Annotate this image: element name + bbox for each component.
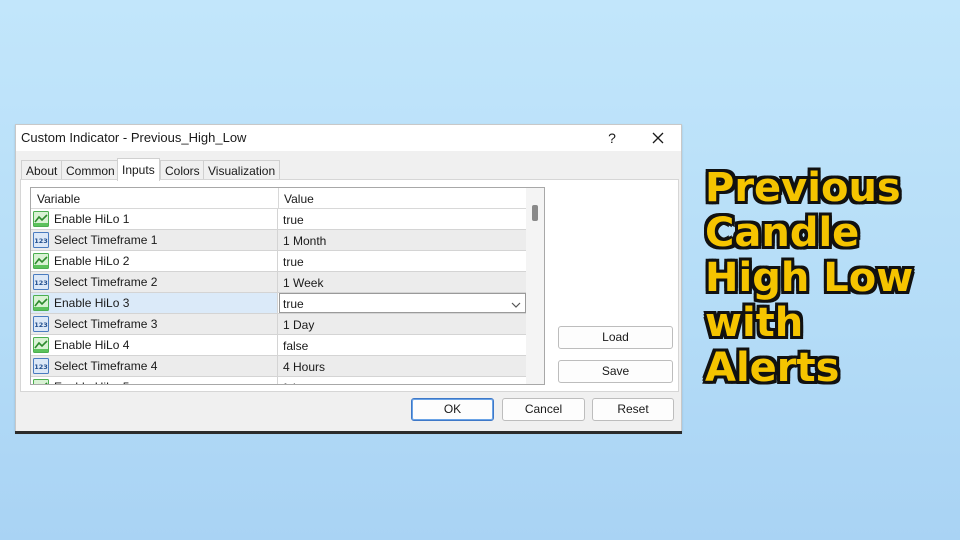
value-text: true bbox=[283, 255, 304, 269]
variable-cell[interactable]: Enable HiLo 4 bbox=[31, 335, 278, 355]
promo-line: Previous bbox=[705, 165, 901, 211]
variable-name: Select Timeframe 4 bbox=[54, 359, 158, 373]
table-row[interactable]: 123 Select Timeframe 1 1 Month bbox=[31, 230, 526, 251]
svg-text:123: 123 bbox=[34, 363, 48, 371]
table-row[interactable]: Enable HiLo 2 true bbox=[31, 251, 526, 272]
table-row[interactable]: Enable HiLo 5 false bbox=[31, 377, 526, 384]
title-bar: Custom Indicator - Previous_High_Low ? bbox=[16, 125, 681, 151]
value-text: false bbox=[283, 339, 309, 353]
custom-indicator-dialog: Custom Indicator - Previous_High_Low ? A… bbox=[15, 124, 682, 434]
tab-inputs[interactable]: Inputs bbox=[117, 158, 160, 181]
ok-button[interactable]: OK bbox=[411, 398, 494, 421]
bool-icon bbox=[33, 337, 49, 353]
variable-cell[interactable]: Enable HiLo 2 bbox=[31, 251, 278, 271]
value-cell[interactable]: 4 Hours bbox=[279, 356, 526, 376]
vertical-scrollbar[interactable] bbox=[526, 188, 544, 384]
variable-name: Select Timeframe 2 bbox=[54, 275, 158, 289]
value-text: true bbox=[283, 213, 304, 227]
value-text: false bbox=[283, 381, 308, 384]
inputs-panel: Variable Value Enable HiLo 1 true 123 Selec… bbox=[20, 179, 679, 392]
cancel-button[interactable]: Cancel bbox=[502, 398, 585, 421]
column-header-value[interactable]: Value bbox=[284, 192, 314, 206]
table-row[interactable]: 123 Select Timeframe 4 4 Hours bbox=[31, 356, 526, 377]
bool-icon bbox=[33, 211, 49, 227]
variable-name: Select Timeframe 3 bbox=[54, 317, 158, 331]
table-row[interactable]: Enable HiLo 1 true bbox=[31, 209, 526, 230]
bool-icon bbox=[33, 253, 49, 269]
window-title: Custom Indicator - Previous_High_Low bbox=[21, 130, 247, 145]
value-text: 1 Day bbox=[283, 318, 315, 332]
value-text: true bbox=[283, 297, 304, 311]
tab-colors[interactable]: Colors bbox=[160, 160, 205, 180]
column-divider[interactable] bbox=[278, 188, 279, 209]
tab-common[interactable]: Common bbox=[61, 160, 120, 180]
value-cell[interactable]: 1 Month bbox=[279, 230, 526, 250]
variable-cell[interactable]: 123 Select Timeframe 3 bbox=[31, 314, 278, 334]
close-icon bbox=[652, 132, 664, 144]
promo-line: Candle bbox=[705, 210, 860, 256]
value-cell[interactable]: false bbox=[279, 335, 526, 355]
promo-line: with bbox=[705, 300, 804, 346]
variable-cell[interactable]: 123 Select Timeframe 4 bbox=[31, 356, 278, 376]
number-icon: 123 bbox=[33, 232, 49, 248]
help-button[interactable]: ? bbox=[602, 127, 622, 149]
variable-name: Enable HiLo 3 bbox=[54, 296, 130, 310]
promo-line: High Low bbox=[705, 255, 914, 301]
variable-name: Select Timeframe 1 bbox=[54, 233, 158, 247]
variable-name: Enable HiLo 4 bbox=[54, 338, 130, 352]
value-text: 1 Week bbox=[283, 276, 324, 290]
variable-name: Enable HiLo 1 bbox=[54, 212, 130, 226]
promo-line: Alerts bbox=[705, 345, 840, 391]
bool-icon bbox=[33, 295, 49, 311]
value-cell[interactable]: true bbox=[279, 209, 526, 229]
svg-text:123: 123 bbox=[34, 279, 48, 287]
variable-cell[interactable]: Enable HiLo 1 bbox=[31, 209, 278, 229]
variable-name: Enable HiLo 5 bbox=[54, 380, 129, 384]
inputs-grid: Variable Value Enable HiLo 1 true 123 Selec… bbox=[30, 187, 545, 385]
table-row[interactable]: 123 Select Timeframe 2 1 Week bbox=[31, 272, 526, 293]
variable-name: Enable HiLo 2 bbox=[54, 254, 130, 268]
column-header-variable[interactable]: Variable bbox=[37, 192, 80, 206]
value-cell[interactable]: 1 Day bbox=[279, 314, 526, 334]
number-icon: 123 bbox=[33, 316, 49, 332]
svg-text:123: 123 bbox=[34, 321, 48, 329]
table-row[interactable]: Enable HiLo 4 false bbox=[31, 335, 526, 356]
svg-text:123: 123 bbox=[34, 237, 48, 245]
table-row[interactable]: Enable HiLo 3 true bbox=[31, 293, 526, 314]
number-icon: 123 bbox=[33, 274, 49, 290]
value-cell[interactable]: true bbox=[279, 251, 526, 271]
value-text: 4 Hours bbox=[283, 360, 326, 374]
table-row[interactable]: 123 Select Timeframe 3 1 Day bbox=[31, 314, 526, 335]
save-button[interactable]: Save bbox=[558, 360, 673, 383]
tab-about[interactable]: About bbox=[21, 160, 63, 180]
reset-button[interactable]: Reset bbox=[592, 398, 674, 421]
variable-cell[interactable]: Enable HiLo 3 bbox=[31, 293, 278, 313]
variable-cell[interactable]: 123 Select Timeframe 1 bbox=[31, 230, 278, 250]
variable-cell[interactable]: Enable HiLo 5 bbox=[31, 377, 278, 384]
value-dropdown[interactable]: true bbox=[279, 293, 526, 313]
close-button[interactable] bbox=[646, 127, 670, 149]
value-cell[interactable]: false bbox=[279, 377, 526, 384]
bool-icon bbox=[33, 379, 49, 384]
scrollbar-thumb[interactable] bbox=[532, 205, 538, 221]
tab-visualization[interactable]: Visualization bbox=[203, 160, 281, 180]
load-button[interactable]: Load bbox=[558, 326, 673, 349]
grid-header: Variable Value bbox=[31, 188, 526, 209]
value-text: 1 Month bbox=[283, 234, 327, 248]
promo-headline: Previous Candle High Low with Alerts bbox=[705, 166, 955, 391]
value-cell[interactable]: 1 Week bbox=[279, 272, 526, 292]
grid-rows: Enable HiLo 1 true 123 Select Timeframe 1 1 … bbox=[31, 209, 526, 384]
chevron-down-icon[interactable] bbox=[510, 298, 522, 310]
number-icon: 123 bbox=[33, 358, 49, 374]
variable-cell[interactable]: 123 Select Timeframe 2 bbox=[31, 272, 278, 292]
